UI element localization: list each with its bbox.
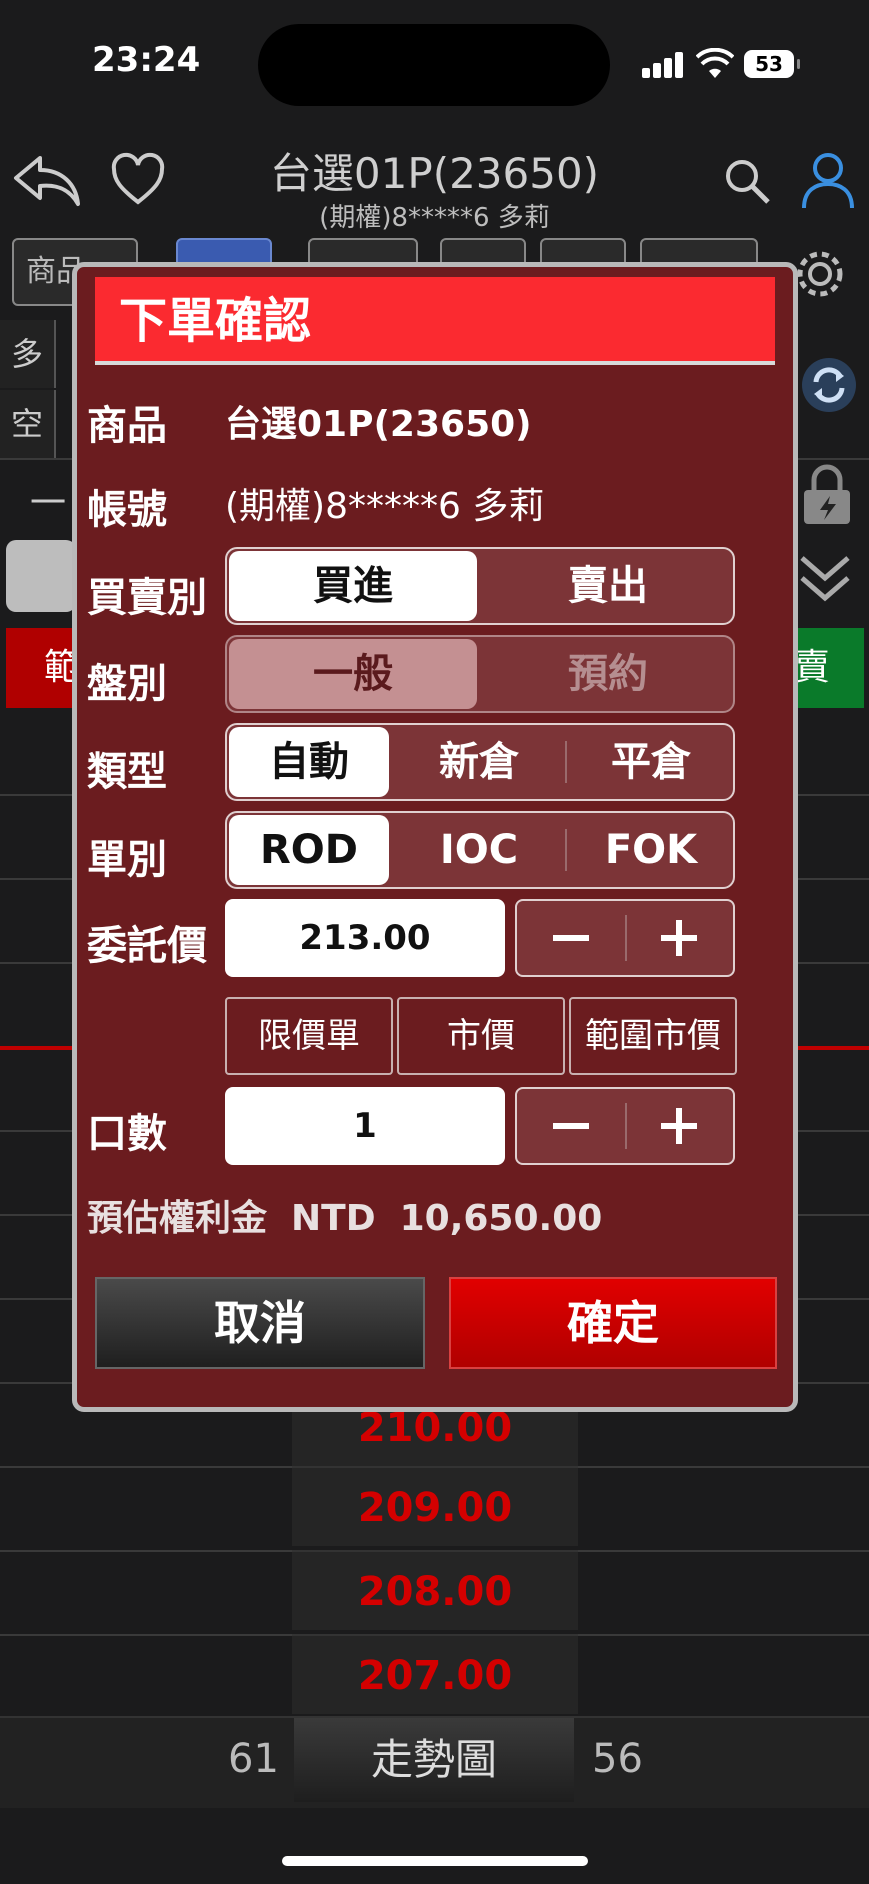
limit-order-button[interactable]: 限價單 (225, 997, 393, 1075)
wifi-icon (696, 48, 734, 78)
battery-icon: 53 (744, 50, 800, 78)
account-label: 帳號 (87, 487, 167, 533)
auto-option[interactable]: 自動 (229, 727, 389, 797)
order-confirm-dialog: 下單確認 商品 台選01P(23650) 帳號 (期權)8*****6 多莉 買… (72, 262, 798, 1412)
premium-value: 10,650.00 (399, 1198, 603, 1239)
side-label: 買賣別 (87, 575, 207, 621)
price-stepper (515, 899, 735, 977)
cancel-button[interactable]: 取消 (95, 1277, 425, 1369)
user-profile-icon[interactable] (800, 150, 856, 210)
quantity-stepper (515, 1087, 735, 1165)
position-type-segmented: 自動 新倉 平倉 (225, 723, 735, 801)
bid-total: 61 (228, 1736, 279, 1782)
side-label-long: 多 (0, 320, 56, 388)
side-label-general: 一 (30, 483, 67, 524)
price-plus-button[interactable] (625, 901, 733, 975)
buy-sell-segmented: 買進 賣出 (225, 547, 735, 625)
quantity-plus-button[interactable] (625, 1089, 733, 1163)
reserve-session-option[interactable]: 預約 (483, 637, 733, 711)
ladder-price[interactable]: 208.00 (292, 1550, 578, 1630)
fok-option[interactable]: FOK (567, 813, 733, 887)
account-value: (期權)8*****6 多莉 (225, 486, 545, 527)
session-segmented: 一般 預約 (225, 635, 735, 713)
premium-currency: NTD (291, 1198, 376, 1239)
ioc-option[interactable]: IOC (395, 813, 563, 887)
dynamic-island (258, 24, 610, 106)
lock-icon[interactable] (798, 462, 856, 526)
open-position-option[interactable]: 新倉 (395, 725, 563, 799)
price-label: 委託價 (87, 923, 207, 969)
product-label: 商品 (87, 403, 167, 449)
order-type-segmented: ROD IOC FOK (225, 811, 735, 889)
range-market-order-button[interactable]: 範圍市價 (569, 997, 737, 1075)
trend-chart-button[interactable]: 走勢圖 (294, 1718, 574, 1802)
price-input[interactable]: 213.00 (225, 899, 505, 977)
double-chevron-down-icon[interactable] (796, 550, 854, 606)
ladder-price[interactable]: 207.00 (292, 1634, 578, 1714)
price-minus-button[interactable] (517, 901, 625, 975)
market-order-button[interactable]: 市價 (397, 997, 565, 1075)
side-label-short: 空 (0, 390, 56, 458)
product-value: 台選01P(23650) (225, 404, 532, 445)
confirm-button[interactable]: 確定 (449, 1277, 777, 1369)
regular-session-option[interactable]: 一般 (229, 639, 477, 709)
dialog-title: 下單確認 (95, 277, 775, 365)
buy-option[interactable]: 買進 (229, 551, 477, 621)
close-position-option[interactable]: 平倉 (567, 725, 733, 799)
order-type-label: 單別 (87, 837, 167, 883)
search-icon[interactable] (722, 156, 772, 206)
status-time: 23:24 (92, 40, 201, 80)
background-gray-button[interactable] (6, 540, 76, 612)
rod-option[interactable]: ROD (229, 815, 389, 885)
ask-total: 56 (592, 1736, 643, 1782)
sell-button-bg[interactable]: 賣 (794, 628, 864, 708)
quantity-minus-button[interactable] (517, 1089, 625, 1163)
type-label: 類型 (87, 749, 167, 795)
sell-option[interactable]: 賣出 (483, 549, 733, 623)
settings-gear-icon[interactable] (792, 246, 848, 302)
session-label: 盤別 (87, 661, 167, 707)
home-indicator[interactable] (282, 1856, 588, 1866)
cellular-signal-icon (642, 52, 686, 78)
estimated-premium: 預估權利金 NTD 10,650.00 (87, 1189, 626, 1241)
premium-label: 預估權利金 (87, 1198, 268, 1239)
quantity-label: 口數 (87, 1111, 167, 1157)
refresh-icon[interactable] (800, 356, 858, 414)
ladder-price[interactable]: 209.00 (292, 1466, 578, 1546)
quantity-input[interactable]: 1 (225, 1087, 505, 1165)
range-button-bg[interactable]: 範 (6, 628, 82, 708)
